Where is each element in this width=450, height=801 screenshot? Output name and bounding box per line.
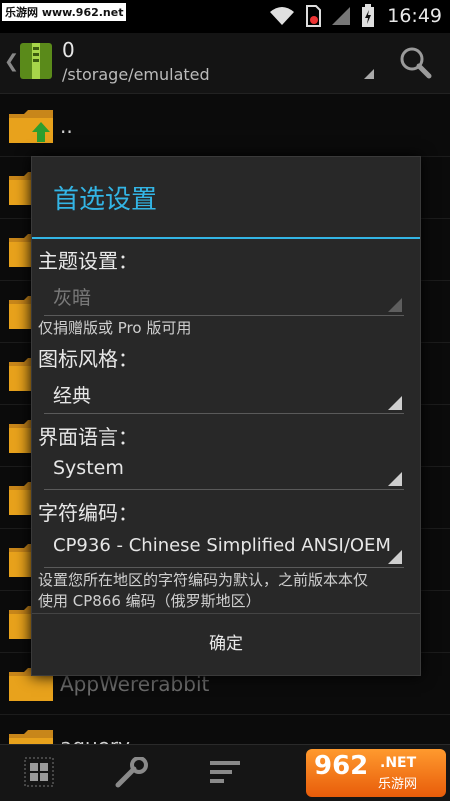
folder-up-icon: [9, 110, 53, 143]
watermark: 乐游网 www.962.net: [2, 3, 127, 21]
spinner-arrow-icon: [388, 396, 402, 410]
clock: 16:49: [387, 5, 442, 27]
ui-language-value: System: [53, 457, 124, 479]
no-sim-icon: [306, 5, 322, 27]
back-chevron-icon[interactable]: ❮: [4, 51, 19, 72]
962-logo: 962 .NET 乐游网: [306, 749, 446, 797]
spinner-arrow-icon: [388, 298, 402, 312]
path-dropdown-icon[interactable]: [364, 69, 374, 79]
charset-note-line2: 使用 CP866 编码（俄罗斯地区）: [38, 592, 261, 610]
charset-label: 字符编码：: [38, 501, 138, 525]
ok-button[interactable]: 确定: [32, 614, 420, 674]
grid-view-icon[interactable]: [24, 757, 54, 787]
theme-label: 主题设置：: [38, 249, 138, 273]
search-icon[interactable]: [398, 45, 432, 79]
icon-style-value: 经典: [53, 385, 92, 407]
preferences-dialog: 首选设置 主题设置： 灰暗 仅捐赠版或 Pro 版可用 图标风格： 经典 界面语…: [31, 156, 421, 676]
icon-style-spinner[interactable]: 经典: [44, 373, 404, 414]
list-item[interactable]: ..: [0, 94, 450, 157]
logo-suffix: .NET: [380, 755, 417, 771]
signal-icon: [332, 7, 351, 25]
sort-icon[interactable]: [208, 757, 242, 787]
current-folder-title: 0: [62, 38, 75, 62]
battery-charging-icon: [362, 4, 375, 27]
file-name: ..: [60, 114, 73, 138]
status-icons: 16:49: [269, 4, 442, 28]
logo-chinese: 乐游网: [378, 777, 418, 792]
ui-language-label: 界面语言：: [38, 425, 138, 449]
bottom-toolbar: 962 .NET 乐游网: [0, 744, 450, 801]
charset-spinner[interactable]: CP936 - Chinese Simplified ANSI/OEM: [44, 527, 404, 568]
charset-value: CP936 - Chinese Simplified ANSI/OEM: [53, 535, 391, 556]
ui-language-spinner[interactable]: System: [44, 449, 404, 490]
theme-note: 仅捐赠版或 Pro 版可用: [38, 319, 192, 337]
dialog-title: 首选设置: [53, 185, 158, 215]
zip-archive-icon[interactable]: [18, 41, 54, 81]
spinner-arrow-icon: [388, 472, 402, 486]
icon-style-label: 图标风格：: [38, 347, 138, 371]
theme-spinner: 灰暗: [44, 275, 404, 316]
wifi-icon: [270, 7, 295, 25]
title-divider: [32, 237, 420, 239]
logo-number: 962: [314, 751, 369, 781]
wrench-icon[interactable]: [114, 757, 150, 789]
current-path[interactable]: /storage/emulated: [62, 65, 210, 84]
status-bar: 乐游网 www.962.net 16:49: [0, 0, 450, 33]
theme-value: 灰暗: [53, 287, 92, 309]
app-header: ❮ 0 /storage/emulated: [0, 33, 450, 94]
charset-note-line1: 设置您所在地区的字符编码为默认，之前版本本仅: [38, 571, 369, 589]
spinner-arrow-icon: [388, 550, 402, 564]
